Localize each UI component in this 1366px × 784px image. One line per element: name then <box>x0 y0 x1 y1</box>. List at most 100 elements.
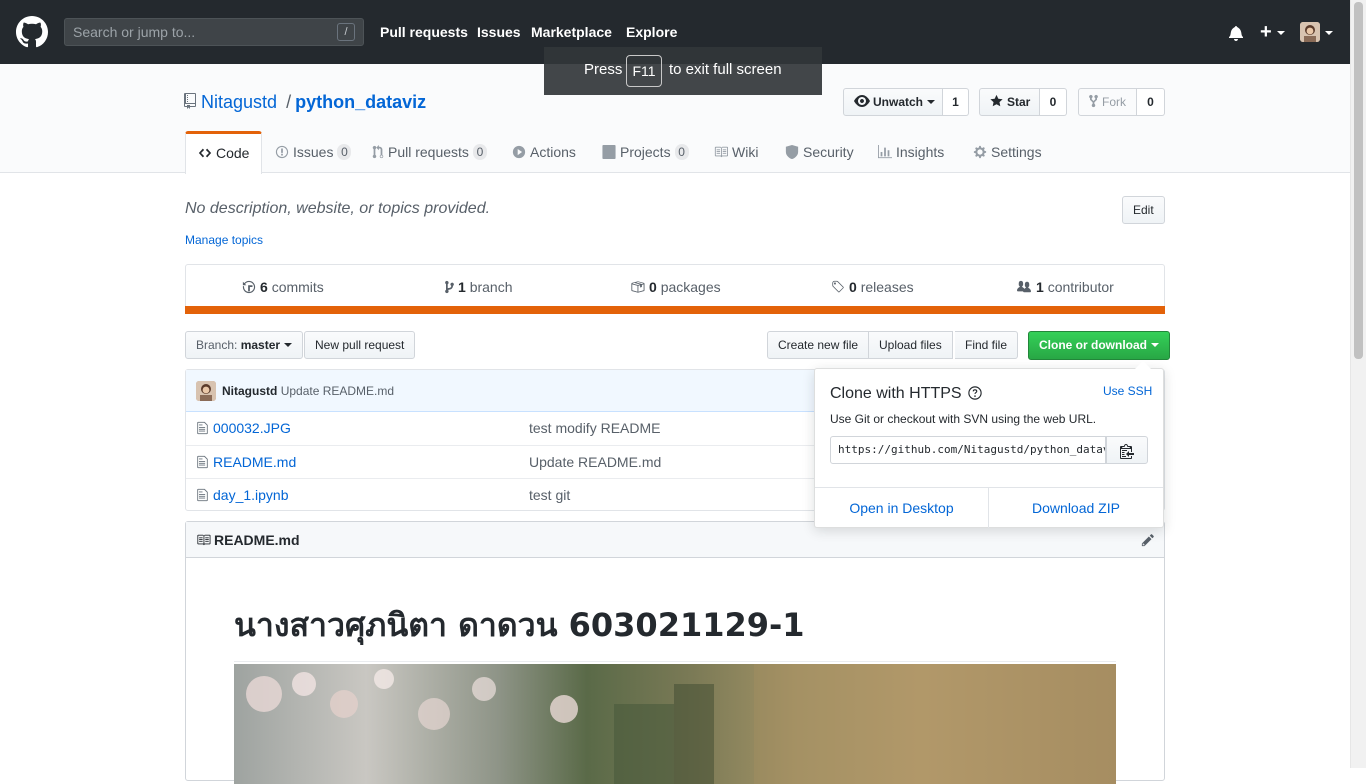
nav-explore[interactable]: Explore <box>626 24 677 40</box>
branch-select-button[interactable]: Branch: master <box>185 331 304 359</box>
packages-stat[interactable]: 0 packages <box>630 279 721 295</box>
clone-popover-footer: Open in Desktop Download ZIP <box>815 487 1163 528</box>
tab-actions-label: Actions <box>530 144 576 160</box>
repo-title-separator: / <box>286 92 292 112</box>
search-shortcut-hint: / <box>337 23 355 41</box>
tab-projects[interactable]: Projects 0 <box>602 131 689 173</box>
search-placeholder: Search or jump to... <box>73 24 196 40</box>
clone-or-download-button[interactable]: Clone or download <box>1028 331 1170 360</box>
commits-label: commits <box>271 279 324 295</box>
popover-arrow <box>1135 361 1151 369</box>
tab-security-label: Security <box>803 144 854 160</box>
commits-stat[interactable]: 6 commits <box>242 279 324 295</box>
create-new-plus-icon[interactable]: + <box>1260 22 1272 42</box>
commit-author-avatar[interactable] <box>196 381 216 401</box>
notification-bell-icon[interactable] <box>1229 25 1243 41</box>
scrollbar-thumb[interactable] <box>1354 2 1363 359</box>
pencil-icon[interactable] <box>1141 533 1155 547</box>
file-commit-message[interactable]: test modify README <box>529 420 660 436</box>
file-commit-message[interactable]: Update README.md <box>529 454 661 470</box>
clone-caret-icon <box>1151 343 1159 347</box>
clipboard-icon <box>1120 444 1134 459</box>
tab-settings[interactable]: Settings <box>973 131 1042 173</box>
fork-button[interactable]: Fork <box>1078 88 1137 116</box>
github-logo-icon[interactable] <box>16 16 48 48</box>
project-icon <box>602 145 616 159</box>
tab-issues-label: Issues <box>293 144 334 160</box>
tab-wiki[interactable]: Wiki <box>714 131 758 173</box>
download-zip-button[interactable]: Download ZIP <box>989 488 1163 528</box>
tab-actions[interactable]: Actions <box>512 131 576 173</box>
file-name-link[interactable]: README.md <box>213 454 296 470</box>
branch-stat[interactable]: 1 branch <box>445 279 513 295</box>
manage-topics-link[interactable]: Manage topics <box>185 233 263 247</box>
latest-commit-text: Nitagustd Update README.md <box>222 384 394 398</box>
edit-description-button[interactable]: Edit <box>1122 196 1165 224</box>
people-icon <box>1017 280 1031 293</box>
find-file-button[interactable]: Find file <box>955 331 1019 359</box>
upload-files-button[interactable]: Upload files <box>869 331 953 359</box>
repo-owner-link[interactable]: Nitagustd <box>201 92 277 112</box>
file-commit-message[interactable]: test git <box>529 487 570 503</box>
readme-image-art <box>246 664 1116 784</box>
tab-settings-label: Settings <box>991 144 1042 160</box>
releases-stat[interactable]: 0 releases <box>831 279 914 295</box>
contributor-count: 1 <box>1036 279 1044 295</box>
tab-issues-count: 0 <box>337 144 352 160</box>
tab-issues[interactable]: Issues 0 <box>275 131 352 173</box>
user-avatar[interactable] <box>1300 22 1320 42</box>
search-input[interactable]: Search or jump to... / <box>64 18 364 46</box>
copy-url-button[interactable] <box>1106 436 1148 464</box>
tab-wiki-label: Wiki <box>732 144 759 160</box>
file-icon <box>197 488 208 502</box>
fullscreen-toast: Press F11 to exit full screen <box>544 47 822 95</box>
star-button[interactable]: Star <box>979 88 1040 116</box>
commit-message-link[interactable]: Update README.md <box>281 384 394 398</box>
user-menu-caret-icon[interactable] <box>1325 31 1333 35</box>
question-icon[interactable] <box>967 386 982 400</box>
use-ssh-link[interactable]: Use SSH <box>1103 384 1152 398</box>
fork-count[interactable]: 0 <box>1137 88 1165 116</box>
create-new-file-button[interactable]: Create new file <box>767 331 870 359</box>
star-count[interactable]: 0 <box>1040 88 1067 116</box>
clone-popover: Clone with HTTPS Use SSH Use Git or chec… <box>814 361 1164 528</box>
tab-pull-requests-count: 0 <box>472 144 487 160</box>
branch-icon <box>445 280 454 294</box>
clone-title-text: Clone with HTTPS <box>830 385 962 402</box>
code-icon <box>198 148 212 158</box>
nav-pull-requests[interactable]: Pull requests <box>380 24 468 40</box>
page-scrollbar[interactable] <box>1350 0 1366 768</box>
contributor-stat[interactable]: 1 contributor <box>1016 279 1114 295</box>
commits-count: 6 <box>260 279 268 295</box>
tab-insights[interactable]: Insights <box>878 131 944 173</box>
nav-marketplace[interactable]: Marketplace <box>531 24 612 40</box>
language-bar <box>185 306 1165 314</box>
repo-name-link[interactable]: python_dataviz <box>295 92 426 112</box>
pull-request-icon <box>372 145 384 159</box>
create-new-caret-icon[interactable] <box>1277 31 1285 35</box>
open-in-desktop-button[interactable]: Open in Desktop <box>815 488 989 528</box>
fork-icon <box>1089 94 1098 108</box>
repo-icon <box>184 93 196 109</box>
new-pull-request-button[interactable]: New pull request <box>304 331 416 359</box>
tab-security[interactable]: Security <box>785 131 854 173</box>
commit-author-link[interactable]: Nitagustd <box>222 384 277 398</box>
repo-description: No description, website, or topics provi… <box>185 200 491 217</box>
nav-issues[interactable]: Issues <box>477 24 521 40</box>
unwatch-button[interactable]: Unwatch <box>843 88 943 116</box>
clone-or-download-label: Clone or download <box>1039 338 1147 352</box>
packages-label: packages <box>660 279 721 295</box>
tab-code-label: Code <box>216 145 250 161</box>
clone-url-input[interactable]: https://github.com/Nitagustd/python_data… <box>830 436 1106 464</box>
branch-prefix: Branch: <box>196 338 238 352</box>
issue-icon <box>275 145 289 159</box>
file-name-link[interactable]: 000032.JPG <box>213 420 291 436</box>
packages-count: 0 <box>649 279 657 295</box>
watch-count[interactable]: 1 <box>943 88 969 116</box>
clone-popover-title: Clone with HTTPS <box>830 385 982 403</box>
book-icon <box>714 146 728 158</box>
file-icon <box>197 455 208 469</box>
tab-pull-requests[interactable]: Pull requests 0 <box>372 131 487 173</box>
tab-code[interactable]: Code <box>185 131 263 174</box>
file-name-link[interactable]: day_1.ipynb <box>213 487 289 503</box>
